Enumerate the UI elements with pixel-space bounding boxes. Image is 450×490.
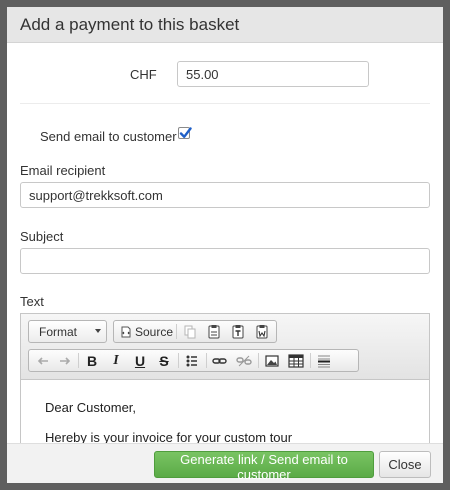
toolbar-separator [176,324,177,339]
generate-link-button[interactable]: Generate link / Send email to customer [154,451,374,482]
paste-word-icon [256,325,268,339]
subject-input[interactable] [20,248,430,274]
strikethrough-icon: S [159,353,169,369]
subject-label: Subject [20,229,64,244]
send-email-checkbox[interactable] [178,127,192,139]
chevron-down-icon [95,329,101,333]
table-icon [288,354,304,368]
content-line-greeting: Dear Customer, [45,400,137,415]
checkmark-icon [179,127,192,138]
horizontal-rule-button[interactable] [314,352,334,370]
modal-header: Add a payment to this basket [7,7,443,43]
copy-button[interactable] [180,323,200,341]
toolbar-separator [258,353,259,368]
link-icon [212,358,227,364]
paste-button[interactable] [204,323,224,341]
source-icon [121,326,131,338]
source-button[interactable]: Source [118,323,174,341]
toolbar-separator [310,353,311,368]
link-button[interactable] [210,352,230,370]
strikethrough-button[interactable]: S [154,352,174,370]
bold-icon: B [86,353,98,369]
format-dropdown[interactable]: Format [28,320,107,343]
email-recipient-label: Email recipient [20,163,106,178]
email-recipient-input[interactable] [20,182,430,208]
modal-footer: Generate link / Send email to customer C… [7,443,443,483]
redo-icon [60,357,71,365]
image-button[interactable] [262,352,282,370]
toolbar-group-formatting: B I U S [28,349,359,372]
payment-modal: Add a payment to this basket CHF Send em… [7,7,443,483]
image-icon [265,355,279,367]
amount-input[interactable] [177,61,369,87]
bold-button[interactable]: B [82,352,102,370]
paste-icon [208,325,220,339]
format-dropdown-label: Format [39,325,78,339]
bulleted-list-icon [186,355,197,367]
unlink-icon [236,355,252,367]
modal-title: Add a payment to this basket [20,15,240,34]
underline-button[interactable]: U [130,352,150,370]
copy-icon [184,325,196,339]
italic-button[interactable]: I [106,352,126,370]
toolbar-group-document: Source [113,320,277,343]
toolbar-separator [78,353,79,368]
undo-button[interactable] [33,352,53,370]
close-button[interactable]: Close [379,451,431,478]
horizontal-rule-icon [318,355,330,368]
section-divider [20,103,430,104]
editor-toolbar: Format Source B I U S [21,314,429,380]
unlink-button[interactable] [234,352,254,370]
toolbar-separator [206,353,207,368]
currency-label: CHF [130,67,157,82]
bulleted-list-button[interactable] [182,352,202,370]
redo-button[interactable] [55,352,75,370]
text-label: Text [20,294,44,309]
send-email-label: Send email to customer [40,129,177,144]
paste-text-button[interactable] [228,323,248,341]
paste-text-icon [232,325,244,339]
toolbar-separator [178,353,179,368]
undo-icon [37,357,48,365]
paste-word-button[interactable] [252,323,272,341]
underline-icon: U [134,353,146,369]
table-button[interactable] [286,352,306,370]
italic-icon: I [113,353,119,368]
source-button-label: Source [135,325,174,339]
